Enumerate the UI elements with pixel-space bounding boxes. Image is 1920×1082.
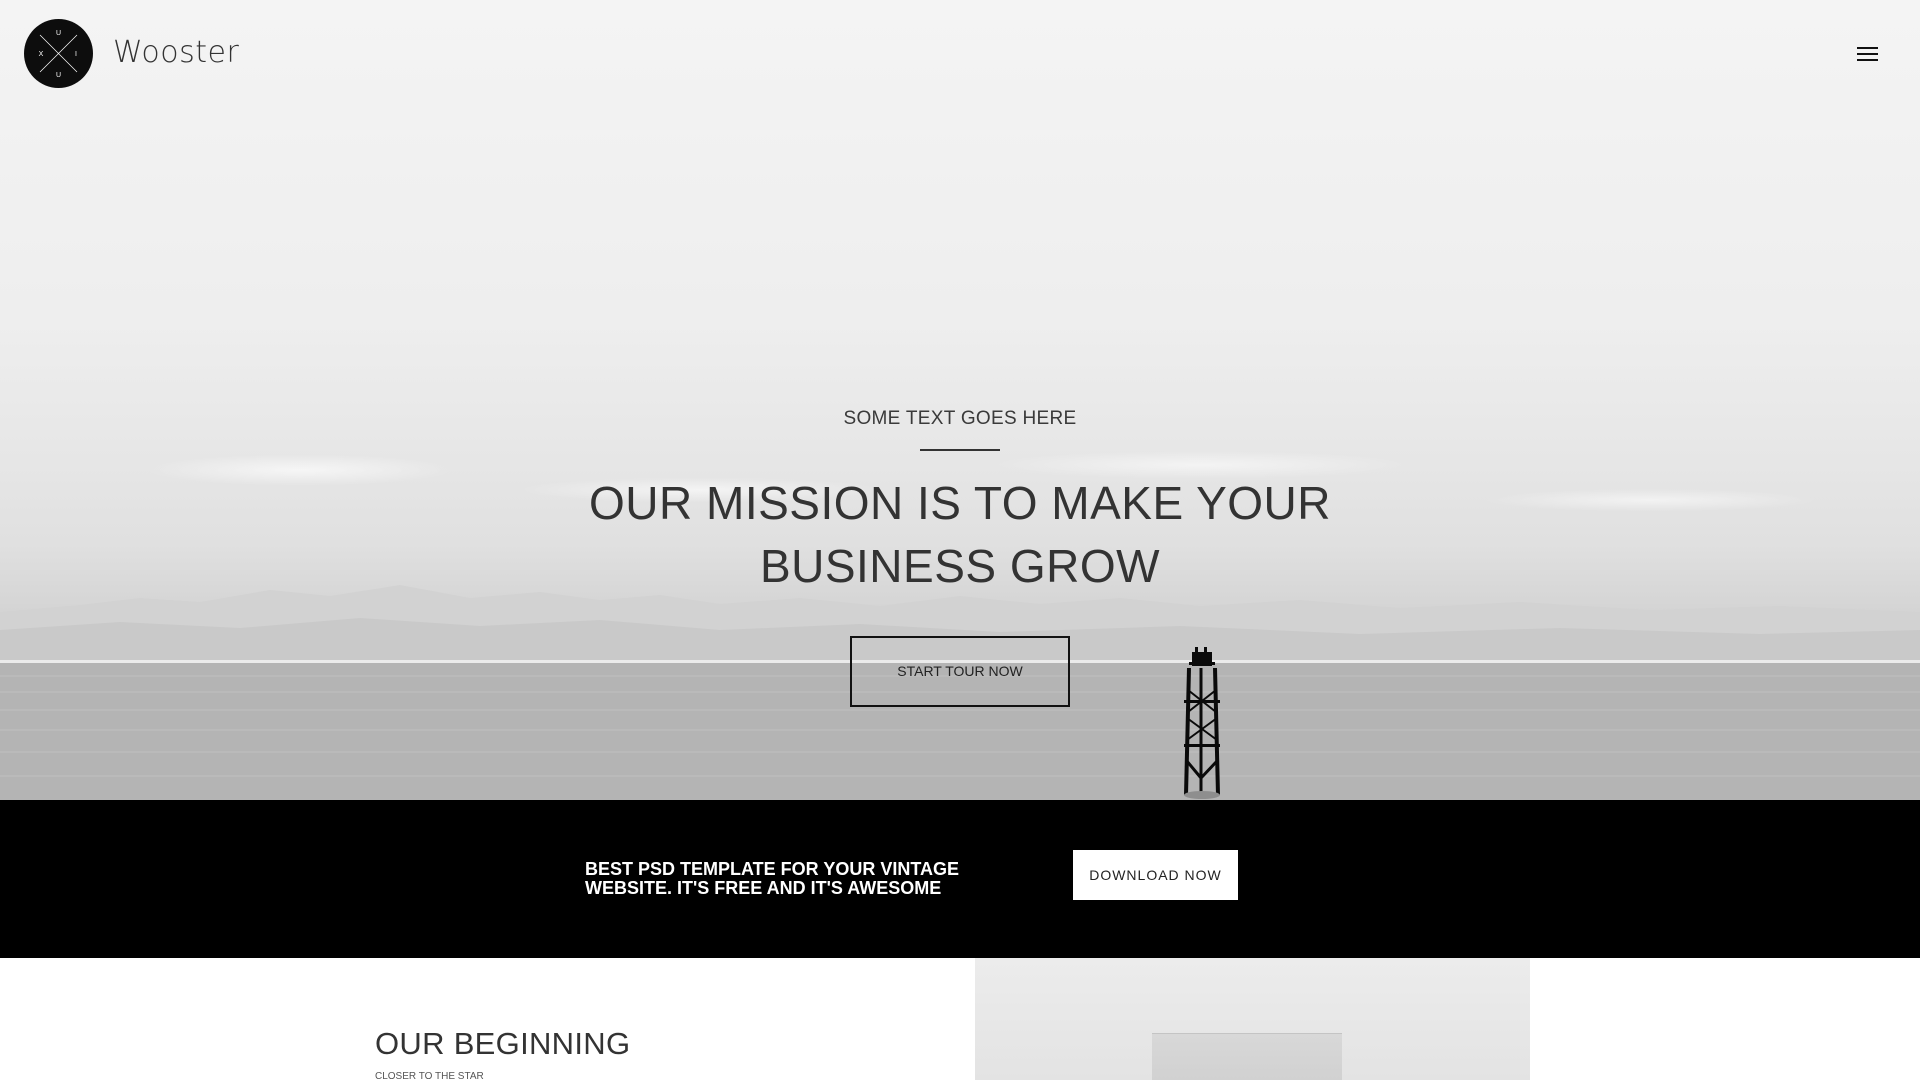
brand-name[interactable]: Wooster (113, 35, 239, 70)
logo-letter-left: X (39, 51, 44, 58)
xuiu-logo-icon: U X I U (39, 30, 78, 79)
logo-letter-bottom: U (56, 72, 61, 79)
tower-reflection (1184, 791, 1220, 799)
hero-divider (920, 449, 1000, 451)
section-subheading: CLOSER TO THE STAR (375, 1071, 484, 1082)
cta-text: BEST PSD TEMPLATE FOR YOUR VINTAGE WEBSI… (585, 859, 960, 898)
logo-letter-top: U (56, 30, 61, 37)
cta-strip: BEST PSD TEMPLATE FOR YOUR VINTAGE WEBSI… (0, 800, 1920, 958)
hero-section: U X I U Wooster SOME TEXT GOES HERE OUR … (0, 0, 1920, 800)
download-now-button[interactable]: DOWNLOAD NOW (1073, 850, 1238, 900)
start-tour-button[interactable]: START TOUR NOW (850, 636, 1070, 707)
section-image-object (1152, 1033, 1342, 1080)
logo[interactable]: U X I U (24, 19, 93, 88)
menu-button[interactable] (1854, 44, 1881, 66)
hero-eyebrow: SOME TEXT GOES HERE (843, 408, 1077, 429)
hero-headline: OUR MISSION IS TO MAKE YOUR BUSINESS GRO… (589, 477, 1331, 592)
section-heading: OUR BEGINNING (375, 1026, 631, 1061)
logo-letter-right: I (75, 51, 77, 58)
section-image (975, 958, 1530, 1080)
